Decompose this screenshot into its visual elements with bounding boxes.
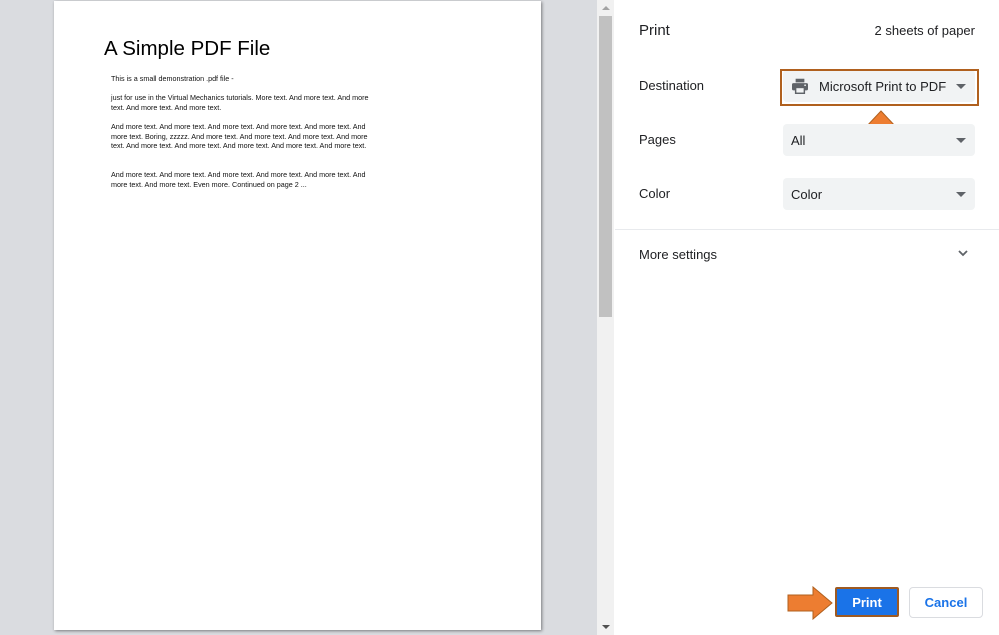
dropdown-caret-icon bbox=[956, 138, 966, 143]
sheet-count: 2 sheets of paper bbox=[874, 23, 975, 38]
cancel-button[interactable]: Cancel bbox=[909, 587, 983, 618]
dropdown-caret-icon bbox=[956, 84, 966, 89]
print-title: Print bbox=[639, 22, 670, 39]
pages-label: Pages bbox=[639, 132, 676, 147]
document-paragraph: This is a small demonstration .pdf file … bbox=[111, 74, 234, 83]
annotation-arrow-right-icon bbox=[787, 586, 833, 620]
more-settings-toggle[interactable]: More settings bbox=[615, 230, 999, 278]
printer-icon bbox=[792, 78, 808, 94]
destination-value: Microsoft Print to PDF bbox=[819, 78, 947, 94]
pages-select[interactable]: All bbox=[783, 124, 975, 156]
color-select[interactable]: Color bbox=[783, 178, 975, 210]
preview-scrollbar[interactable] bbox=[597, 0, 614, 635]
color-value: Color bbox=[791, 186, 823, 202]
destination-label: Destination bbox=[639, 78, 705, 93]
scroll-up-button[interactable] bbox=[597, 0, 614, 16]
pages-value: All bbox=[791, 132, 806, 148]
print-preview-area: A Simple PDF File This is a small demons… bbox=[0, 0, 597, 635]
document-paragraph: And more text. And more text. And more t… bbox=[111, 122, 368, 151]
destination-select[interactable]: Microsoft Print to PDF bbox=[783, 70, 975, 102]
document-paragraph: just for use in the Virtual Mechanics tu… bbox=[111, 93, 369, 112]
chevron-down-icon bbox=[958, 250, 968, 257]
arrow-up-icon bbox=[601, 6, 610, 10]
preview-page: A Simple PDF File This is a small demons… bbox=[54, 1, 541, 630]
print-settings-sidebar: Print 2 sheets of paper Destination Micr… bbox=[615, 0, 999, 635]
scroll-thumb[interactable] bbox=[599, 16, 612, 317]
arrow-down-icon bbox=[601, 625, 610, 629]
scroll-down-button[interactable] bbox=[597, 619, 614, 635]
document-paragraph: And more text. And more text. And more t… bbox=[111, 170, 366, 189]
color-label: Color bbox=[639, 186, 671, 201]
print-button[interactable]: Print bbox=[835, 587, 899, 617]
dropdown-caret-icon bbox=[956, 192, 966, 197]
document-title: A Simple PDF File bbox=[104, 37, 271, 60]
more-settings-label: More settings bbox=[639, 247, 718, 262]
